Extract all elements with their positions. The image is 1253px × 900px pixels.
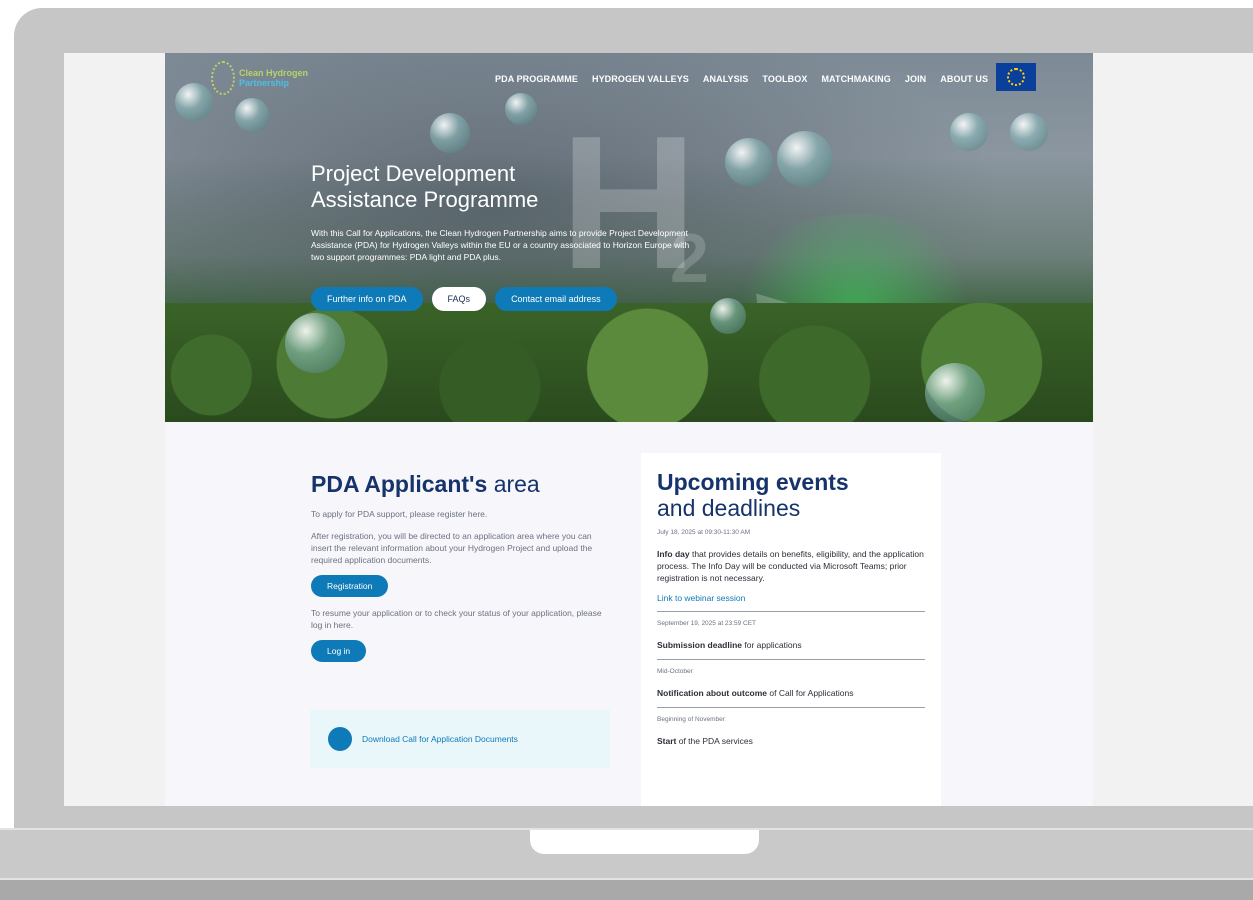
nav-join[interactable]: JOIN <box>905 74 926 84</box>
registration-button[interactable]: Registration <box>311 575 389 597</box>
logo-line2: Partnership <box>239 78 290 88</box>
laptop-notch <box>530 830 759 854</box>
nav-pda-programme[interactable]: PDA PROGRAMME <box>495 74 578 84</box>
molecule-bubble-icon <box>710 298 746 334</box>
event-date: September 19, 2025 at 23:59 CET <box>657 620 757 627</box>
download-documents-card[interactable]: Download Call for Application Documents <box>310 710 610 768</box>
nav-hydrogen-valleys[interactable]: HYDROGEN VALLEYS <box>592 74 689 84</box>
event-date: July 18, 2025 at 09:30-11:30 AM <box>657 529 751 536</box>
contact-email-button[interactable]: Contact email address <box>495 287 617 311</box>
event-item: Beginning of November Start of the PDA s… <box>657 716 925 755</box>
event-item: Mid-October Notification about outcome o… <box>657 668 925 708</box>
eu-stars-icon <box>1007 68 1025 86</box>
molecule-bubble-icon <box>950 113 988 151</box>
nav-matchmaking[interactable]: MATCHMAKING <box>821 74 890 84</box>
nav-toolbox[interactable]: TOOLBOX <box>762 74 807 84</box>
clean-hydrogen-logo[interactable]: Clean Hydrogen Partnership <box>211 61 308 95</box>
applicant-intro: To apply for PDA support, please registe… <box>311 509 488 519</box>
molecule-bubble-icon <box>430 113 470 153</box>
molecule-bubble-icon <box>505 93 537 125</box>
hero-title: Project Development Assistance Programme <box>311 161 539 212</box>
event-item: September 19, 2025 at 23:59 CET Submissi… <box>657 620 925 660</box>
molecule-bubble-icon <box>925 363 985 422</box>
logo-mark-icon <box>211 61 235 95</box>
faqs-button[interactable]: FAQs <box>431 287 487 311</box>
event-date: Beginning of November <box>657 716 725 723</box>
nav-analysis[interactable]: ANALYSIS <box>703 74 748 84</box>
logo-line1: Clean Hydrogen <box>239 68 309 78</box>
hero-description: With this Call for Applications, the Cle… <box>311 228 690 262</box>
upcoming-events-panel: Upcoming events and deadlines July 18, 2… <box>641 453 941 806</box>
events-subtitle: and deadlines <box>657 495 801 521</box>
laptop-screen: H 2 Clean Hydrogen Partnership PDA PROGR… <box>64 53 1253 806</box>
hero-banner: H 2 Clean Hydrogen Partnership PDA PROGR… <box>165 53 1093 422</box>
download-documents-link[interactable]: Download Call for Application Documents <box>362 734 518 744</box>
molecule-bubble-icon <box>725 138 773 186</box>
event-text: Notification about outcome of Call for A… <box>657 688 854 698</box>
login-button[interactable]: Log in <box>311 640 367 662</box>
nav-about-us[interactable]: ABOUT US <box>940 74 988 84</box>
laptop-mockup: H 2 Clean Hydrogen Partnership PDA PROGR… <box>0 0 1253 900</box>
laptop-foot <box>0 878 1253 900</box>
event-text: Start of the PDA services <box>657 736 753 746</box>
applicant-area-title: PDA Applicant's area <box>311 471 540 497</box>
webinar-link[interactable]: Link to webinar session <box>657 593 925 603</box>
molecule-bubble-icon <box>285 313 345 373</box>
molecule-bubble-icon <box>777 131 833 187</box>
event-item: July 18, 2025 at 09:30-11:30 AM Info day… <box>657 529 925 612</box>
molecule-bubble-icon <box>235 98 269 132</box>
applicant-resume-text: To resume your application or to check y… <box>311 608 602 630</box>
event-text: Info day that provides details on benefi… <box>657 549 924 583</box>
further-info-button[interactable]: Further info on PDA <box>311 287 423 311</box>
hero-buttons: Further info on PDA FAQs Contact email a… <box>311 287 617 311</box>
applicant-after-registration: After registration, you will be directed… <box>311 531 593 565</box>
event-date: Mid-October <box>657 668 693 675</box>
web-page: H 2 Clean Hydrogen Partnership PDA PROGR… <box>165 53 1093 806</box>
event-text: Submission deadline for applications <box>657 640 802 650</box>
molecule-bubble-icon <box>175 83 213 121</box>
main-nav: PDA PROGRAMME HYDROGEN VALLEYS ANALYSIS … <box>495 74 1002 84</box>
molecule-bubble-icon <box>1010 113 1048 151</box>
eu-flag-icon[interactable] <box>996 63 1036 91</box>
events-title: Upcoming events <box>657 469 849 495</box>
download-icon <box>328 727 352 751</box>
applicant-area: PDA Applicant's area To apply for PDA su… <box>311 470 611 662</box>
